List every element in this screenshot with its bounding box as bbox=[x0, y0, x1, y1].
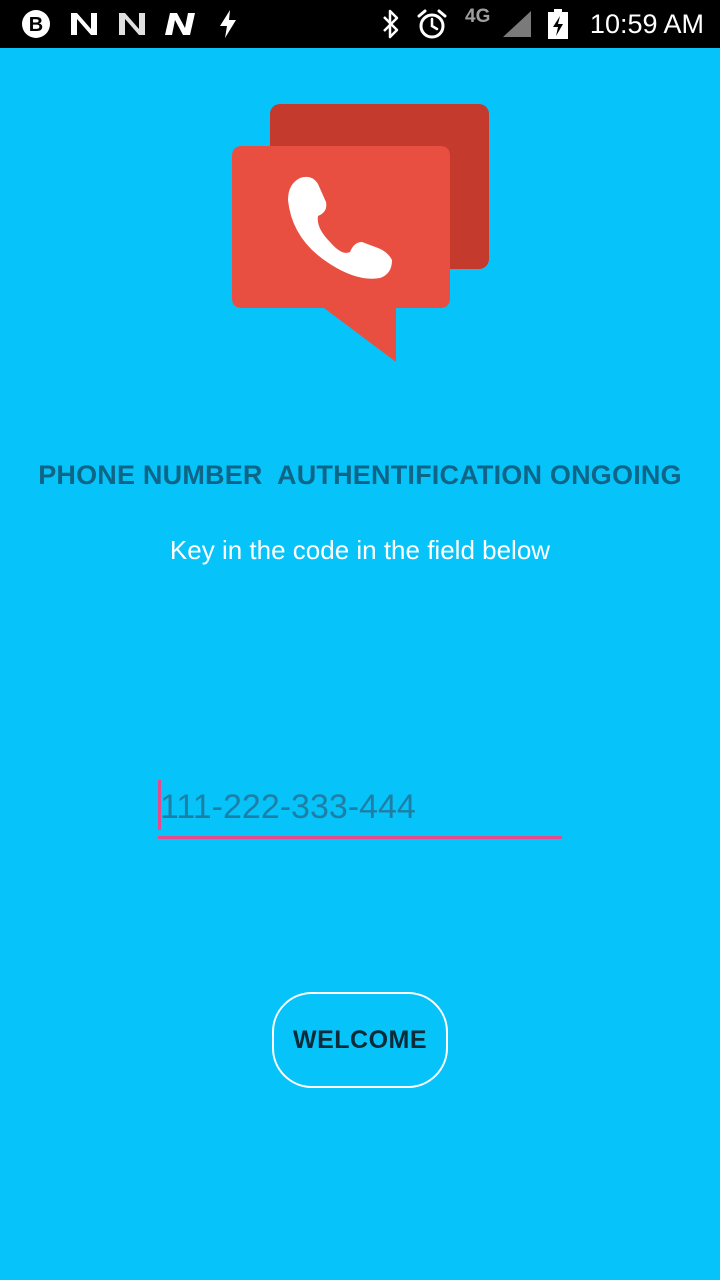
network-type-label: 4G bbox=[465, 6, 491, 27]
flash-icon bbox=[216, 8, 240, 40]
code-field[interactable] bbox=[158, 780, 562, 839]
clock-time: 10:59 AM bbox=[589, 9, 704, 39]
phone-chat-icon bbox=[230, 102, 492, 364]
battery-charging-icon bbox=[546, 8, 570, 40]
n-app-icon bbox=[68, 8, 100, 40]
welcome-button[interactable]: WELCOME bbox=[272, 992, 448, 1088]
svg-text:B: B bbox=[29, 14, 43, 36]
status-bar: B 4G 10:59 AM bbox=[0, 0, 720, 48]
n-app-icon bbox=[162, 8, 198, 40]
verification-code-input[interactable] bbox=[160, 784, 556, 830]
signal-icon bbox=[500, 8, 534, 40]
bluetooth-icon bbox=[378, 8, 404, 40]
b-app-icon: B bbox=[20, 8, 52, 40]
alarm-icon bbox=[416, 8, 448, 40]
page-title: PHONE NUMBER AUTHENTIFICATION ONGOING bbox=[38, 460, 682, 490]
n-app-icon bbox=[116, 8, 148, 40]
instruction-text: Key in the code in the field below bbox=[169, 535, 551, 565]
